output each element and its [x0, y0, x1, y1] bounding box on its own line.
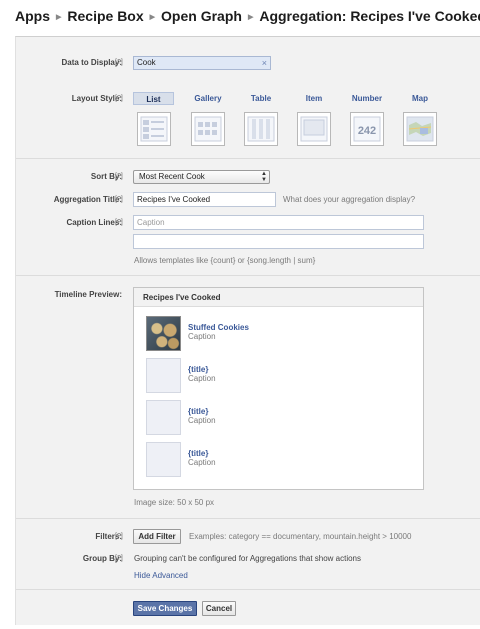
- group-by-help[interactable]: [?]: [115, 553, 123, 565]
- table-layout-thumbnail[interactable]: [244, 112, 278, 146]
- layout-tab-item[interactable]: Item: [294, 92, 334, 105]
- caption-line-2-input[interactable]: [133, 234, 424, 249]
- caption-lines-hint: Allows templates like {count} or {song.l…: [134, 256, 316, 265]
- preview-header: Recipes I've Cooked: [134, 288, 423, 307]
- timeline-preview-box: Recipes I've Cooked Stuffed Cookies Capt…: [133, 287, 424, 490]
- preview-item-caption: Caption: [188, 416, 216, 425]
- group-by-label: Group By:: [82, 554, 122, 563]
- aggregation-title-label: Aggregation Title:: [53, 195, 122, 204]
- data-to-display-token-input[interactable]: Cook ×: [133, 56, 271, 70]
- clear-icon[interactable]: ×: [262, 57, 267, 69]
- cancel-button[interactable]: Cancel: [202, 601, 236, 616]
- breadcrumb-arrow-icon: ▶: [149, 14, 156, 21]
- data-to-display-value: Cook: [137, 58, 156, 67]
- image-placeholder: [146, 400, 181, 435]
- preview-list-item: {title} Caption: [146, 442, 406, 478]
- section-divider: [16, 518, 480, 519]
- data-to-display-label: Data to Display:: [61, 58, 122, 67]
- breadcrumb-open-graph[interactable]: Open Graph: [161, 8, 242, 24]
- layout-tab-list[interactable]: List: [133, 92, 174, 105]
- aggregation-title-hint: What does your aggregation display?: [283, 195, 416, 204]
- preview-list-item: Stuffed Cookies Caption: [146, 316, 406, 352]
- aggregation-title-input[interactable]: Recipes I've Cooked: [133, 192, 276, 207]
- number-thumb-text: 242: [358, 125, 376, 137]
- image-size-note: Image size: 50 x 50 px: [134, 498, 215, 507]
- layout-style-label: Layout Style:: [71, 94, 122, 103]
- breadcrumb-arrow-icon: ▶: [247, 14, 254, 21]
- layout-tab-table[interactable]: Table: [241, 92, 281, 105]
- table-layout-icon: [247, 116, 275, 142]
- page-title: Aggregation: Recipes I've Cooked: [259, 8, 480, 24]
- gallery-layout-icon: [194, 116, 222, 142]
- preview-item-caption: Caption: [188, 332, 216, 341]
- map-layout-thumbnail[interactable]: [403, 112, 437, 146]
- stuffed-cookies-photo: [146, 316, 181, 351]
- number-layout-icon: 242: [353, 116, 381, 142]
- preview-item-caption: Caption: [188, 374, 216, 383]
- select-arrows-icon: ▲ ▼: [261, 171, 267, 183]
- list-layout-thumbnail[interactable]: [137, 112, 171, 146]
- caption-lines-help[interactable]: [?]: [115, 217, 123, 229]
- caption-lines-label: Caption Lines:: [66, 218, 122, 227]
- filters-label: Filters:: [95, 532, 122, 541]
- sort-by-value: Most Recent Cook: [139, 172, 205, 181]
- data-to-display-help[interactable]: [?]: [115, 57, 123, 69]
- breadcrumb-recipe-box[interactable]: Recipe Box: [67, 8, 143, 24]
- save-changes-button[interactable]: Save Changes: [133, 601, 197, 616]
- filters-help[interactable]: [?]: [115, 531, 123, 543]
- add-filter-button[interactable]: Add Filter: [133, 529, 181, 544]
- section-divider: [16, 589, 480, 590]
- item-layout-thumbnail[interactable]: [297, 112, 331, 146]
- breadcrumb-arrow-icon: ▶: [56, 14, 62, 21]
- hide-advanced-link[interactable]: Hide Advanced: [134, 570, 188, 582]
- aggregation-title-help[interactable]: [?]: [115, 194, 123, 206]
- number-layout-thumbnail[interactable]: 242: [350, 112, 384, 146]
- breadcrumb: Apps ▶ Recipe Box ▶ Open Graph ▶ Aggrega…: [15, 6, 480, 26]
- layout-tab-gallery[interactable]: Gallery: [188, 92, 228, 105]
- layout-tab-map[interactable]: Map: [400, 92, 440, 105]
- group-by-message: Grouping can't be configured for Aggrega…: [134, 554, 362, 563]
- list-layout-icon: [140, 116, 168, 142]
- image-placeholder: [146, 358, 181, 393]
- gallery-layout-thumbnail[interactable]: [191, 112, 225, 146]
- filters-examples: Examples: category == documentary, mount…: [189, 532, 412, 541]
- layout-style-help[interactable]: [?]: [115, 93, 123, 105]
- aggregation-settings-panel: Data to Display: [?] Cook × Layout Style…: [15, 36, 480, 625]
- preview-item-caption: Caption: [188, 458, 216, 467]
- section-divider: [16, 158, 480, 159]
- image-placeholder: [146, 442, 181, 477]
- sort-by-help[interactable]: [?]: [115, 171, 123, 183]
- item-layout-icon: [300, 116, 328, 142]
- breadcrumb-apps[interactable]: Apps: [15, 8, 50, 24]
- sort-by-label: Sort By:: [90, 172, 122, 181]
- preview-list-item: {title} Caption: [146, 358, 406, 394]
- section-divider: [16, 275, 480, 276]
- timeline-preview-label: Timeline Preview:: [54, 290, 122, 299]
- sort-by-select[interactable]: Most Recent Cook ▲ ▼: [133, 170, 270, 184]
- caption-line-1-input[interactable]: Caption: [133, 215, 424, 230]
- layout-tab-number[interactable]: Number: [347, 92, 387, 105]
- preview-list-item: {title} Caption: [146, 400, 406, 436]
- map-layout-icon: [406, 116, 434, 142]
